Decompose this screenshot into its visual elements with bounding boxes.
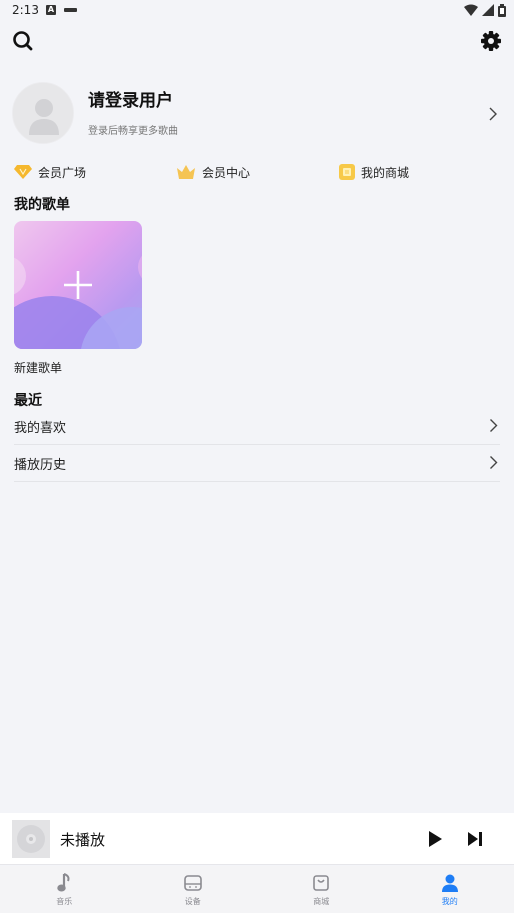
crown-icon [177, 165, 195, 179]
shortcut-label: 会员广场 [38, 165, 87, 180]
shopping-bag-icon [313, 875, 330, 891]
plus-icon [64, 271, 92, 299]
person-icon [441, 874, 458, 892]
my-playlists-title: 我的歌单 [14, 197, 70, 213]
tab-store[interactable]: 商城 [257, 866, 386, 913]
skip-next-icon [468, 832, 482, 846]
battery-icon [498, 3, 506, 17]
chevron-right-icon [490, 456, 498, 469]
album-cover[interactable] [12, 820, 50, 858]
status-time: 2:13 [12, 3, 39, 17]
shortcut-member-plaza[interactable]: 会员广场 [14, 162, 86, 182]
list-item-label: 播放历史 [14, 458, 67, 473]
shortcut-member-center[interactable]: 会员中心 [176, 162, 250, 182]
bottom-tab-bar: 音乐 设备 商城 我的 [0, 866, 514, 913]
diamond-icon [14, 165, 32, 179]
status-bar: 2:13 A [0, 0, 514, 22]
search-icon [13, 31, 33, 51]
disc-icon [17, 825, 45, 853]
next-button[interactable] [466, 830, 484, 848]
recent-title: 最近 [14, 393, 42, 409]
now-playing-title: 未播放 [60, 831, 106, 849]
mini-player[interactable]: 未播放 [0, 813, 514, 865]
chevron-right-icon[interactable] [488, 106, 498, 122]
shortcut-my-store[interactable]: 我的商城 [339, 162, 409, 182]
list-item-my-favorites[interactable]: 我的喜欢 [14, 408, 500, 445]
play-icon [429, 831, 442, 847]
settings-button[interactable] [480, 30, 502, 52]
login-subtitle: 登录后畅享更多歌曲 [88, 126, 178, 137]
a-icon: A [46, 5, 56, 15]
music-note-icon [57, 873, 70, 892]
gear-icon [481, 31, 501, 51]
shortcut-label: 我的商城 [361, 165, 410, 180]
tab-mine[interactable]: 我的 [386, 866, 514, 913]
tab-label: 我的 [441, 897, 458, 906]
wifi-icon [464, 4, 478, 16]
tab-label: 商城 [313, 897, 330, 906]
tab-label: 音乐 [56, 897, 73, 906]
new-playlist-button[interactable] [14, 221, 142, 349]
login-prompt[interactable]: 请登录用户 [88, 86, 173, 111]
default-avatar-icon [13, 83, 73, 143]
new-playlist-label: 新建歌单 [14, 361, 63, 375]
list-item-play-history[interactable]: 播放历史 [14, 445, 500, 482]
tab-music[interactable]: 音乐 [0, 866, 129, 913]
shortcut-row: 会员广场 会员中心 我的商城 [0, 162, 514, 182]
avatar[interactable] [12, 82, 74, 144]
shortcut-label: 会员中心 [202, 165, 251, 180]
store-icon [339, 164, 355, 180]
signal-icon [482, 4, 494, 16]
profile-card[interactable]: 请登录用户 登录后畅享更多歌曲 [0, 80, 514, 150]
play-button[interactable] [426, 830, 444, 848]
tab-label: 设备 [184, 897, 201, 906]
search-button[interactable] [12, 30, 34, 52]
list-item-label: 我的喜欢 [14, 421, 67, 436]
dash-icon [64, 8, 77, 12]
device-icon [183, 875, 202, 891]
tab-device[interactable]: 设备 [129, 866, 258, 913]
chevron-right-icon [490, 419, 498, 432]
